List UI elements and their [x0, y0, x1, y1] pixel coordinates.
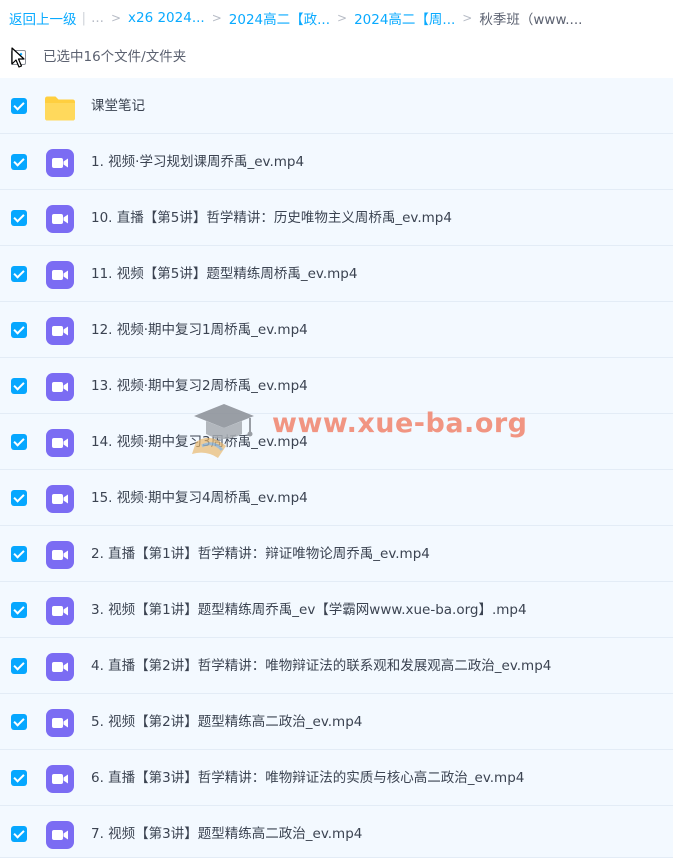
video-file-icon	[46, 541, 74, 569]
file-name[interactable]: 2. 直播【第1讲】哲学精讲：辩证唯物论周乔禹_ev.mp4	[91, 526, 430, 582]
file-name[interactable]: 15. 视频·期中复习4周桥禹_ev.mp4	[91, 470, 308, 526]
row-checkbox[interactable]	[11, 322, 27, 338]
video-file-icon	[46, 429, 74, 457]
file-row[interactable]: 7. 视频【第3讲】题型精练高二政治_ev.mp4	[0, 806, 673, 858]
breadcrumb-ellipsis[interactable]: ...	[91, 10, 104, 26]
chevron-right-icon: >	[462, 11, 473, 25]
row-checkbox[interactable]	[11, 658, 27, 674]
file-row[interactable]: 3. 视频【第1讲】题型精练周乔禹_ev【学霸网www.xue-ba.org】.…	[0, 582, 673, 638]
breadcrumb-divider: |	[81, 10, 87, 26]
video-file-icon	[46, 373, 74, 401]
mouse-cursor-icon	[11, 47, 25, 68]
breadcrumb-item-2[interactable]: 2024高二【政...	[229, 8, 330, 28]
selection-header: 已选中16个文件/文件夹	[0, 40, 673, 74]
video-file-icon	[46, 821, 74, 849]
file-row[interactable]: 10. 直播【第5讲】哲学精讲：历史唯物主义周桥禹_ev.mp4	[0, 190, 673, 246]
row-checkbox[interactable]	[11, 826, 27, 842]
video-file-icon	[46, 653, 74, 681]
file-row[interactable]: 11. 视频【第5讲】题型精练周桥禹_ev.mp4	[0, 246, 673, 302]
file-name[interactable]: 3. 视频【第1讲】题型精练周乔禹_ev【学霸网www.xue-ba.org】.…	[91, 582, 527, 638]
video-file-icon	[46, 205, 74, 233]
row-checkbox[interactable]	[11, 770, 27, 786]
back-link[interactable]: 返回上一级	[9, 8, 77, 28]
file-row[interactable]: 2. 直播【第1讲】哲学精讲：辩证唯物论周乔禹_ev.mp4	[0, 526, 673, 582]
video-file-icon	[46, 317, 74, 345]
breadcrumb-item-3[interactable]: 2024高二【周...	[354, 8, 455, 28]
file-row[interactable]: 1. 视频·学习规划课周乔禹_ev.mp4	[0, 134, 673, 190]
row-checkbox[interactable]	[11, 210, 27, 226]
chevron-right-icon: >	[211, 11, 222, 25]
file-name[interactable]: 10. 直播【第5讲】哲学精讲：历史唯物主义周桥禹_ev.mp4	[91, 190, 452, 246]
file-name[interactable]: 12. 视频·期中复习1周桥禹_ev.mp4	[91, 302, 308, 358]
file-name[interactable]: 课堂笔记	[91, 78, 145, 134]
video-file-icon	[46, 485, 74, 513]
row-checkbox[interactable]	[11, 546, 27, 562]
file-name[interactable]: 1. 视频·学习规划课周乔禹_ev.mp4	[91, 134, 304, 190]
video-file-icon	[46, 709, 74, 737]
video-file-icon	[46, 597, 74, 625]
file-row[interactable]: 5. 视频【第2讲】题型精练高二政治_ev.mp4	[0, 694, 673, 750]
video-file-icon	[46, 149, 74, 177]
file-row[interactable]: 6. 直播【第3讲】哲学精讲：唯物辩证法的实质与核心高二政治_ev.mp4	[0, 750, 673, 806]
file-browser: 返回上一级 | ... > x26 2024... > 2024高二【政... …	[0, 0, 673, 858]
file-name[interactable]: 7. 视频【第3讲】题型精练高二政治_ev.mp4	[91, 806, 362, 858]
breadcrumb-item-1[interactable]: x26 2024...	[128, 10, 205, 26]
file-row[interactable]: 14. 视频·期中复习3周桥禹_ev.mp4	[0, 414, 673, 470]
row-checkbox[interactable]	[11, 490, 27, 506]
row-checkbox[interactable]	[11, 98, 27, 114]
row-checkbox[interactable]	[11, 714, 27, 730]
file-name[interactable]: 6. 直播【第3讲】哲学精讲：唯物辩证法的实质与核心高二政治_ev.mp4	[91, 750, 524, 806]
file-name[interactable]: 14. 视频·期中复习3周桥禹_ev.mp4	[91, 414, 308, 470]
chevron-right-icon: >	[337, 11, 348, 25]
file-name[interactable]: 5. 视频【第2讲】题型精练高二政治_ev.mp4	[91, 694, 362, 750]
file-row[interactable]: 课堂笔记	[0, 78, 673, 134]
chevron-right-icon: >	[110, 11, 121, 25]
row-checkbox[interactable]	[11, 378, 27, 394]
file-name[interactable]: 4. 直播【第2讲】哲学精讲：唯物辩证法的联系观和发展观高二政治_ev.mp4	[91, 638, 551, 694]
row-checkbox[interactable]	[11, 154, 27, 170]
video-file-icon	[46, 765, 74, 793]
file-row[interactable]: 13. 视频·期中复习2周桥禹_ev.mp4	[0, 358, 673, 414]
selection-count: 已选中16个文件/文件夹	[43, 49, 187, 65]
file-row[interactable]: 4. 直播【第2讲】哲学精讲：唯物辩证法的联系观和发展观高二政治_ev.mp4	[0, 638, 673, 694]
folder-icon	[45, 96, 75, 121]
row-checkbox[interactable]	[11, 602, 27, 618]
row-checkbox[interactable]	[11, 434, 27, 450]
row-checkbox[interactable]	[11, 266, 27, 282]
breadcrumb: 返回上一级 | ... > x26 2024... > 2024高二【政... …	[0, 0, 673, 36]
file-name[interactable]: 11. 视频【第5讲】题型精练周桥禹_ev.mp4	[91, 246, 357, 302]
video-file-icon	[46, 261, 74, 289]
file-name[interactable]: 13. 视频·期中复习2周桥禹_ev.mp4	[91, 358, 308, 414]
file-row[interactable]: 15. 视频·期中复习4周桥禹_ev.mp4	[0, 470, 673, 526]
file-row[interactable]: 12. 视频·期中复习1周桥禹_ev.mp4	[0, 302, 673, 358]
breadcrumb-current: 秋季班（www....	[479, 12, 583, 28]
